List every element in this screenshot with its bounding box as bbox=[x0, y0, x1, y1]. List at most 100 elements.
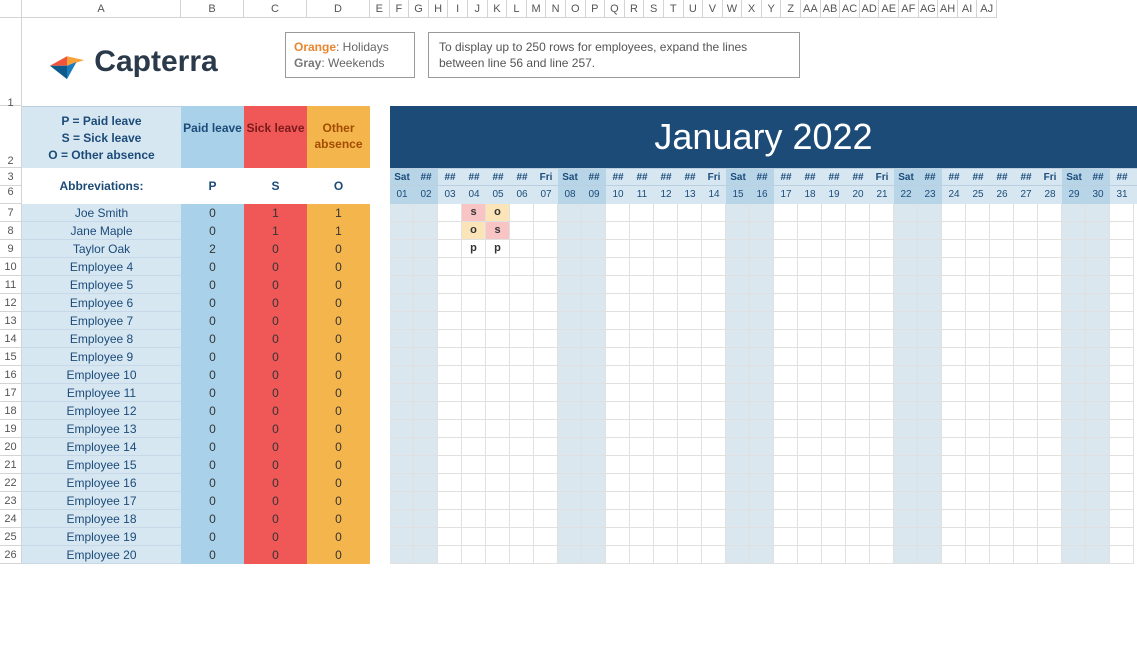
day-cell[interactable] bbox=[1110, 240, 1134, 258]
day-cell[interactable] bbox=[414, 528, 438, 546]
column-header[interactable]: AD bbox=[860, 0, 880, 18]
day-cell[interactable] bbox=[438, 438, 462, 456]
column-header[interactable]: AH bbox=[938, 0, 958, 18]
day-cell[interactable] bbox=[822, 456, 846, 474]
day-cell[interactable] bbox=[1062, 312, 1086, 330]
day-cell[interactable] bbox=[1110, 330, 1134, 348]
day-cell[interactable] bbox=[1014, 294, 1038, 312]
day-cell[interactable] bbox=[990, 420, 1014, 438]
select-all-corner[interactable] bbox=[0, 0, 22, 18]
day-cell[interactable] bbox=[558, 348, 582, 366]
day-cell[interactable] bbox=[990, 528, 1014, 546]
day-cell[interactable] bbox=[414, 492, 438, 510]
column-header[interactable]: E bbox=[370, 0, 390, 18]
day-cell[interactable] bbox=[846, 222, 870, 240]
employee-name[interactable]: Employee 14 bbox=[22, 438, 181, 456]
other-count[interactable]: 0 bbox=[307, 492, 370, 510]
day-cell[interactable] bbox=[1110, 438, 1134, 456]
row-header[interactable]: 25 bbox=[0, 528, 22, 546]
day-cell[interactable] bbox=[846, 492, 870, 510]
paid-count[interactable]: 0 bbox=[181, 258, 244, 276]
day-cell[interactable] bbox=[750, 402, 774, 420]
day-cell[interactable] bbox=[486, 348, 510, 366]
day-cell[interactable] bbox=[870, 528, 894, 546]
day-cell[interactable] bbox=[822, 438, 846, 456]
day-cell[interactable] bbox=[966, 222, 990, 240]
day-cell[interactable] bbox=[438, 330, 462, 348]
day-cell[interactable] bbox=[582, 528, 606, 546]
day-cell[interactable] bbox=[750, 312, 774, 330]
day-cell[interactable] bbox=[798, 402, 822, 420]
day-cell[interactable] bbox=[1014, 546, 1038, 564]
day-cell[interactable] bbox=[1014, 222, 1038, 240]
day-cell[interactable] bbox=[1038, 312, 1062, 330]
day-cell[interactable] bbox=[750, 348, 774, 366]
day-cell[interactable] bbox=[678, 420, 702, 438]
day-cell[interactable] bbox=[414, 258, 438, 276]
day-cell[interactable] bbox=[438, 366, 462, 384]
other-count[interactable]: 0 bbox=[307, 348, 370, 366]
day-cell[interactable] bbox=[486, 330, 510, 348]
day-cell[interactable] bbox=[918, 240, 942, 258]
day-cell[interactable] bbox=[990, 492, 1014, 510]
day-cell[interactable] bbox=[510, 456, 534, 474]
day-cell[interactable] bbox=[1038, 492, 1062, 510]
day-cell[interactable] bbox=[678, 294, 702, 312]
column-header[interactable]: R bbox=[625, 0, 645, 18]
day-cell[interactable] bbox=[990, 438, 1014, 456]
day-cell[interactable] bbox=[630, 438, 654, 456]
day-cell[interactable] bbox=[726, 384, 750, 402]
day-cell[interactable] bbox=[966, 402, 990, 420]
day-cell[interactable] bbox=[798, 384, 822, 402]
day-cell[interactable] bbox=[1062, 240, 1086, 258]
day-cell[interactable] bbox=[750, 546, 774, 564]
row-header[interactable]: 9 bbox=[0, 240, 22, 258]
day-cell[interactable] bbox=[798, 330, 822, 348]
day-cell[interactable] bbox=[990, 510, 1014, 528]
day-cell[interactable] bbox=[1038, 276, 1062, 294]
day-cell[interactable] bbox=[1110, 276, 1134, 294]
day-cell[interactable] bbox=[1110, 204, 1134, 222]
day-cell[interactable] bbox=[534, 258, 558, 276]
day-cell[interactable] bbox=[390, 276, 414, 294]
day-cell[interactable] bbox=[510, 204, 534, 222]
day-cell[interactable] bbox=[558, 312, 582, 330]
column-header[interactable]: AE bbox=[879, 0, 899, 18]
day-cell[interactable] bbox=[510, 492, 534, 510]
day-cell[interactable] bbox=[798, 546, 822, 564]
day-cell[interactable] bbox=[654, 474, 678, 492]
day-cell[interactable] bbox=[606, 510, 630, 528]
other-count[interactable]: 0 bbox=[307, 420, 370, 438]
column-header[interactable]: AG bbox=[919, 0, 939, 18]
day-cell[interactable] bbox=[942, 546, 966, 564]
paid-count[interactable]: 0 bbox=[181, 474, 244, 492]
day-cell[interactable] bbox=[630, 240, 654, 258]
column-header[interactable]: D bbox=[307, 0, 370, 18]
day-cell[interactable] bbox=[822, 492, 846, 510]
day-cell[interactable] bbox=[486, 492, 510, 510]
other-count[interactable]: 0 bbox=[307, 240, 370, 258]
paid-count[interactable]: 0 bbox=[181, 492, 244, 510]
day-cell[interactable] bbox=[726, 330, 750, 348]
day-cell[interactable] bbox=[702, 240, 726, 258]
day-cell[interactable] bbox=[942, 204, 966, 222]
day-cell[interactable] bbox=[558, 204, 582, 222]
day-cell[interactable] bbox=[1110, 474, 1134, 492]
day-cell[interactable] bbox=[702, 366, 726, 384]
row-header[interactable]: 20 bbox=[0, 438, 22, 456]
day-cell[interactable] bbox=[942, 528, 966, 546]
day-cell[interactable] bbox=[462, 330, 486, 348]
day-cell[interactable] bbox=[606, 528, 630, 546]
day-cell[interactable] bbox=[654, 402, 678, 420]
day-cell[interactable] bbox=[1062, 456, 1086, 474]
day-cell[interactable] bbox=[462, 384, 486, 402]
day-cell[interactable] bbox=[1086, 312, 1110, 330]
day-cell[interactable] bbox=[1086, 276, 1110, 294]
row-header[interactable]: 18 bbox=[0, 402, 22, 420]
day-cell[interactable] bbox=[486, 456, 510, 474]
day-cell[interactable] bbox=[438, 402, 462, 420]
day-cell[interactable] bbox=[462, 492, 486, 510]
row-header[interactable]: 14 bbox=[0, 330, 22, 348]
day-cell[interactable] bbox=[918, 384, 942, 402]
day-cell[interactable] bbox=[1038, 384, 1062, 402]
